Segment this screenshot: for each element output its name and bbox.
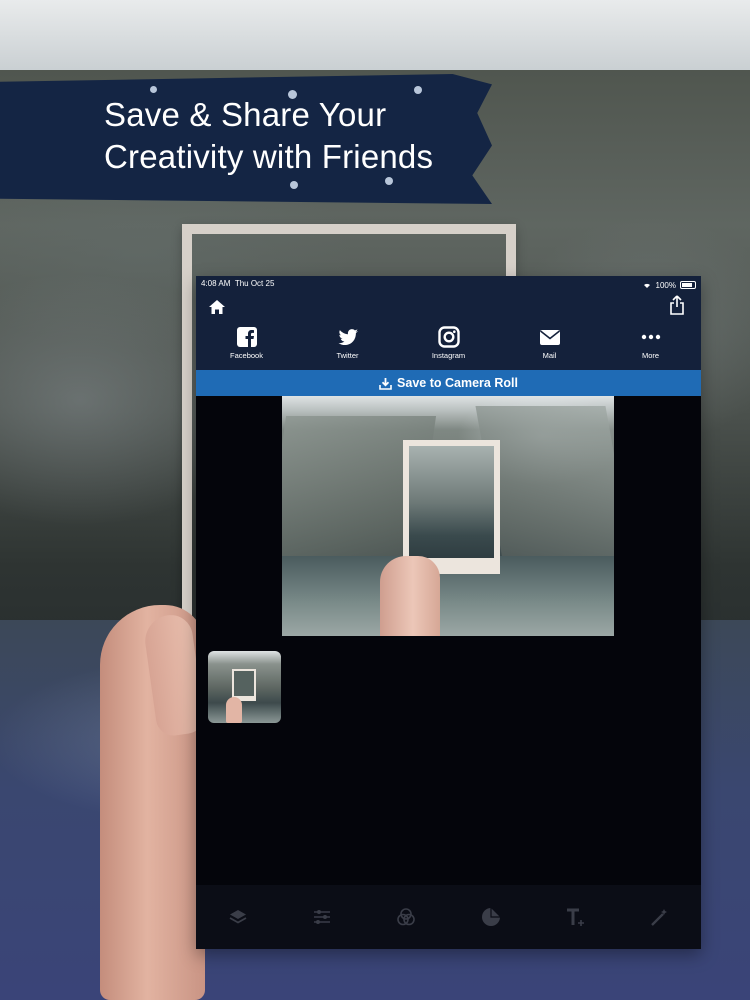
text-add-icon[interactable] <box>564 906 586 928</box>
headline-line-1: Save & Share Your <box>104 96 387 133</box>
status-date: Thu Oct 25 <box>234 279 275 288</box>
wifi-icon <box>643 283 650 288</box>
share-more-label: More <box>641 351 660 360</box>
status-time-date: 4:08 AM Thu Oct 25 <box>201 279 274 291</box>
share-instagram-label: Instagram <box>431 351 466 360</box>
headline: Save & Share Your Creativity with Friend… <box>104 94 504 178</box>
battery-icon <box>680 281 696 289</box>
share-facebook-label: Facebook <box>230 351 263 360</box>
battery-percent: 100% <box>655 280 676 290</box>
share-mail-label: Mail <box>542 351 557 360</box>
download-icon <box>379 377 392 390</box>
share-targets: Facebook Twitter Instagram Mail More <box>196 326 701 366</box>
share-more-button[interactable]: More <box>600 326 701 366</box>
editor-toolbar <box>196 885 701 949</box>
share-twitter-label: Twitter <box>336 351 359 360</box>
decor-dot <box>290 181 298 189</box>
headline-line-2: Creativity with Friends <box>104 138 434 175</box>
more-icon <box>641 334 660 340</box>
share-header: 4:08 AM Thu Oct 25 100% Facebook Twitter <box>196 276 701 370</box>
mail-icon <box>539 330 560 345</box>
photo-thumbnail[interactable] <box>208 651 281 723</box>
share-instagram-button[interactable]: Instagram <box>398 326 499 366</box>
facebook-icon <box>236 327 257 347</box>
sticker-icon[interactable] <box>480 906 502 928</box>
photo-polaroid-frame <box>403 440 500 574</box>
photo-hand <box>380 556 440 636</box>
share-mail-button[interactable]: Mail <box>499 326 600 366</box>
edited-photo-preview <box>282 396 614 636</box>
share-twitter-button[interactable]: Twitter <box>297 326 398 366</box>
status-time: 4:08 AM <box>201 279 231 288</box>
home-icon[interactable] <box>208 298 226 316</box>
layers-icon[interactable] <box>227 906 249 928</box>
tablet-screen: 4:08 AM Thu Oct 25 100% Facebook Twitter <box>196 276 701 949</box>
magic-wand-icon[interactable] <box>648 906 670 928</box>
blend-circles-icon[interactable] <box>395 906 417 928</box>
save-to-camera-roll-button[interactable]: Save to Camera Roll <box>196 370 701 396</box>
status-indicators: 100% <box>642 279 696 291</box>
twitter-icon <box>338 329 358 346</box>
share-icon[interactable] <box>669 295 685 315</box>
instagram-icon <box>437 326 460 348</box>
adjust-sliders-icon[interactable] <box>311 906 333 928</box>
decor-dot <box>414 86 422 94</box>
save-button-label: Save to Camera Roll <box>397 376 518 390</box>
thumbnail-hand <box>226 697 242 723</box>
decor-dot <box>385 177 393 185</box>
decor-dot <box>150 86 157 93</box>
share-facebook-button[interactable]: Facebook <box>196 326 297 366</box>
